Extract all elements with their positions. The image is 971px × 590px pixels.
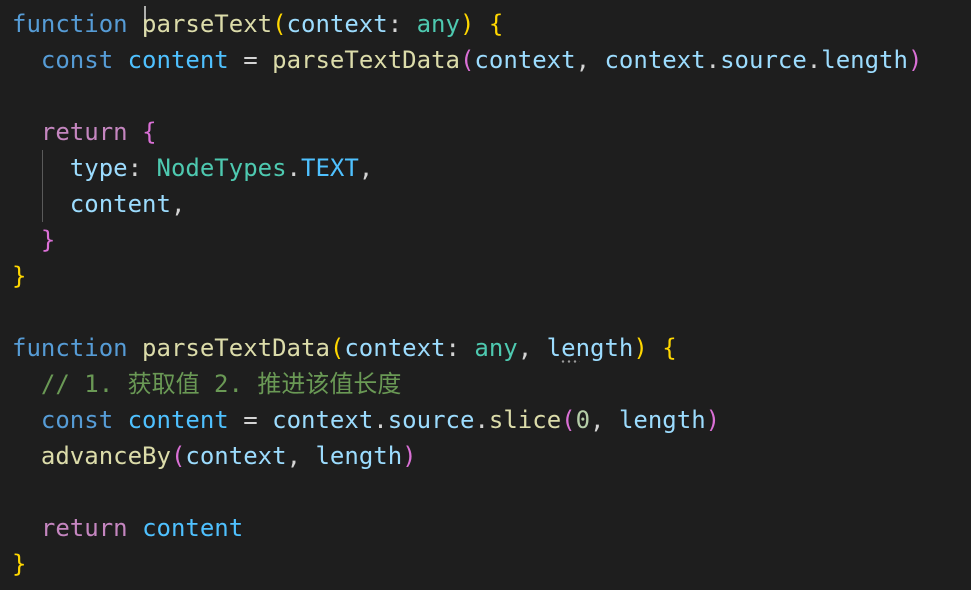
code-token: ) <box>402 442 417 470</box>
code-line[interactable]: return { <box>12 114 157 150</box>
code-token: } <box>12 262 27 290</box>
code-token: : <box>127 154 157 182</box>
code-token: { <box>662 334 677 362</box>
code-token: : <box>445 334 475 362</box>
code-token: . <box>705 46 721 74</box>
code-token: context <box>185 442 287 470</box>
code-token: content <box>69 190 171 218</box>
code-line[interactable]: } <box>12 222 55 258</box>
code-token: { <box>142 118 157 146</box>
code-token: ( <box>459 46 475 74</box>
code-token: length <box>315 442 403 470</box>
code-token: function <box>12 10 128 38</box>
code-token: parseTextData <box>272 46 460 74</box>
code-token: const <box>40 46 114 74</box>
code-line[interactable]: } <box>12 258 26 294</box>
code-line[interactable]: function parseText(context: any) { <box>12 6 503 42</box>
code-token: context <box>272 406 374 434</box>
code-token: function <box>12 334 128 362</box>
code-token: . <box>373 406 388 434</box>
code-line[interactable]: // 1. 获取值 2. 推进该值长度 <box>12 366 402 402</box>
code-token: } <box>40 226 56 254</box>
code-token: content <box>127 46 229 74</box>
code-token: , <box>575 46 605 74</box>
code-token: context <box>604 46 706 74</box>
code-token: type <box>69 154 128 182</box>
code-line[interactable]: const content = parseTextData(context, c… <box>12 42 923 78</box>
code-token: ) <box>907 46 923 74</box>
code-token: , <box>286 442 316 470</box>
code-token: any <box>416 10 460 38</box>
code-token: , <box>358 154 374 182</box>
code-token: ( <box>329 334 345 362</box>
code-token: context <box>344 334 446 362</box>
code-line[interactable]: advanceBy(context, length) <box>12 438 417 474</box>
code-token: parseTextData <box>142 334 330 362</box>
code-token: content <box>142 514 244 542</box>
code-line[interactable]: type: NodeTypes.TEXT, <box>12 150 373 186</box>
code-token: NodeTypes <box>156 154 287 182</box>
code-token: context <box>474 46 576 74</box>
code-token: context <box>286 10 388 38</box>
code-token: ) <box>705 406 721 434</box>
code-line[interactable]: const content = context.source.slice(0, … <box>12 402 720 438</box>
code-token: , <box>590 406 619 434</box>
code-token: { <box>488 10 504 38</box>
code-token: ( <box>561 406 576 434</box>
code-token: = <box>228 406 273 434</box>
code-token: content <box>127 406 229 434</box>
code-line[interactable]: return content <box>12 510 243 546</box>
code-token: : <box>387 10 417 38</box>
code-token: , <box>170 190 186 218</box>
code-token: ( <box>170 442 186 470</box>
code-token: TEXT <box>301 154 359 182</box>
code-token: length <box>618 406 706 434</box>
code-token: const <box>40 406 114 434</box>
code-token: slice <box>488 406 562 434</box>
code-token: . <box>286 154 301 182</box>
code-token: ) <box>633 334 648 362</box>
code-line[interactable]: content, <box>12 186 186 222</box>
code-token: . <box>806 46 822 74</box>
code-token: advanceBy <box>40 442 171 470</box>
code-token: source <box>387 406 475 434</box>
code-token: , <box>517 334 547 362</box>
code-token: ) <box>459 10 475 38</box>
code-token: length <box>546 334 634 362</box>
code-token: parseText <box>142 10 273 38</box>
code-line[interactable]: function parseTextData(context: any, len… <box>12 330 677 366</box>
code-token: } <box>12 550 27 578</box>
code-token: any <box>474 334 518 362</box>
code-token: // 1. 获取值 2. 推进该值长度 <box>40 370 402 398</box>
code-token: . <box>474 406 489 434</box>
code-token: length <box>821 46 908 74</box>
code-editor[interactable]: function parseText(context: any) { const… <box>0 0 971 590</box>
code-token: = <box>228 46 273 74</box>
code-token: ( <box>272 10 287 38</box>
code-token: source <box>720 46 807 74</box>
code-token: 0 <box>575 406 591 434</box>
code-token: return <box>40 514 128 542</box>
code-line[interactable]: } <box>12 546 26 582</box>
code-token: return <box>40 118 128 146</box>
